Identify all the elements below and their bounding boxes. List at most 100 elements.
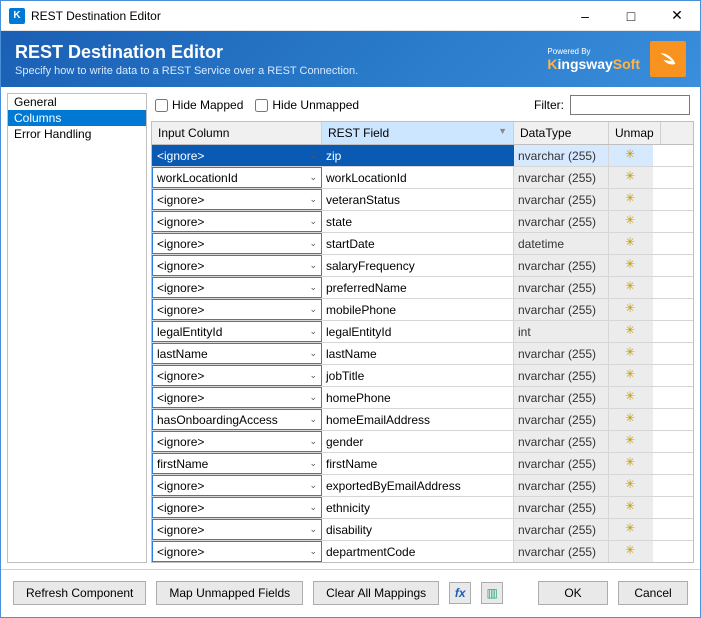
unmap-cell[interactable] (609, 145, 653, 166)
table-row[interactable]: <ignore>⌄disabilitynvarchar (255) (152, 519, 693, 541)
minimize-button[interactable]: – (562, 1, 608, 31)
table-row[interactable]: hasOnboardingAccess⌄homeEmailAddressnvar… (152, 409, 693, 431)
input-column-cell[interactable]: <ignore>⌄ (152, 475, 322, 496)
map-unmapped-button[interactable]: Map Unmapped Fields (156, 581, 303, 605)
hide-mapped-input[interactable] (155, 99, 168, 112)
table-row[interactable]: <ignore>⌄gendernvarchar (255) (152, 431, 693, 453)
table-row[interactable]: <ignore>⌄statenvarchar (255) (152, 211, 693, 233)
unmap-cell[interactable] (609, 409, 653, 430)
unmap-cell[interactable] (609, 343, 653, 364)
rest-field-cell[interactable]: mobilePhone (322, 299, 514, 320)
rest-field-cell[interactable]: firstName (322, 453, 514, 474)
input-column-cell[interactable]: hasOnboardingAccess⌄ (152, 409, 322, 430)
input-column-cell[interactable]: workLocationId⌄ (152, 167, 322, 188)
table-row[interactable]: <ignore>⌄departmentCodenvarchar (255) (152, 541, 693, 562)
rest-field-cell[interactable]: workLocationId (322, 167, 514, 188)
sidebar-item-columns[interactable]: Columns (8, 110, 146, 126)
rest-field-cell[interactable]: ethnicity (322, 497, 514, 518)
unmap-cell[interactable] (609, 167, 653, 188)
unmap-cell[interactable] (609, 475, 653, 496)
unmap-cell[interactable] (609, 189, 653, 210)
close-button[interactable]: ✕ (654, 1, 700, 31)
input-column-cell[interactable]: <ignore>⌄ (152, 431, 322, 452)
input-column-cell[interactable]: <ignore>⌄ (152, 299, 322, 320)
rest-field-cell[interactable]: veteranStatus (322, 189, 514, 210)
unmap-cell[interactable] (609, 255, 653, 276)
table-row[interactable]: <ignore>⌄veteranStatusnvarchar (255) (152, 189, 693, 211)
rest-field-cell[interactable]: preferredName (322, 277, 514, 298)
unmap-cell[interactable] (609, 519, 653, 540)
cancel-button[interactable]: Cancel (618, 581, 688, 605)
rest-field-cell[interactable]: state (322, 211, 514, 232)
hide-unmapped-checkbox[interactable]: Hide Unmapped (255, 98, 359, 112)
chevron-down-icon: ⌄ (309, 304, 317, 315)
unmap-cell[interactable] (609, 541, 653, 562)
unmap-cell[interactable] (609, 431, 653, 452)
input-column-cell[interactable]: <ignore>⌄ (152, 365, 322, 386)
refresh-component-button[interactable]: Refresh Component (13, 581, 146, 605)
sidebar-item-error-handling[interactable]: Error Handling (8, 126, 146, 142)
rest-field-cell[interactable]: exportedByEmailAddress (322, 475, 514, 496)
sidebar-item-general[interactable]: General (8, 94, 146, 110)
input-column-cell[interactable]: lastName⌄ (152, 343, 322, 364)
table-row[interactable]: <ignore>⌄mobilePhonenvarchar (255) (152, 299, 693, 321)
rest-field-cell[interactable]: disability (322, 519, 514, 540)
input-column-cell[interactable]: <ignore>⌄ (152, 145, 322, 166)
unmap-cell[interactable] (609, 453, 653, 474)
rest-field-cell[interactable]: legalEntityId (322, 321, 514, 342)
rest-field-cell[interactable]: homePhone (322, 387, 514, 408)
unmap-cell[interactable] (609, 233, 653, 254)
rest-field-cell[interactable]: startDate (322, 233, 514, 254)
rest-field-cell[interactable]: homeEmailAddress (322, 409, 514, 430)
input-column-cell[interactable]: <ignore>⌄ (152, 211, 322, 232)
table-row[interactable]: workLocationId⌄workLocationIdnvarchar (2… (152, 167, 693, 189)
input-column-cell[interactable]: <ignore>⌄ (152, 255, 322, 276)
table-row[interactable]: <ignore>⌄ethnicitynvarchar (255) (152, 497, 693, 519)
unmap-cell[interactable] (609, 365, 653, 386)
table-row[interactable]: firstName⌄firstNamenvarchar (255) (152, 453, 693, 475)
unmap-cell[interactable] (609, 387, 653, 408)
input-column-cell[interactable]: legalEntityId⌄ (152, 321, 322, 342)
table-row[interactable]: <ignore>⌄salaryFrequencynvarchar (255) (152, 255, 693, 277)
table-row[interactable]: legalEntityId⌄legalEntityIdint (152, 321, 693, 343)
map-editor-button[interactable] (481, 582, 503, 604)
table-row[interactable]: <ignore>⌄exportedByEmailAddressnvarchar … (152, 475, 693, 497)
hide-mapped-checkbox[interactable]: Hide Mapped (155, 98, 243, 112)
rest-field-cell[interactable]: lastName (322, 343, 514, 364)
table-row[interactable]: <ignore>⌄preferredNamenvarchar (255) (152, 277, 693, 299)
input-column-cell[interactable]: <ignore>⌄ (152, 233, 322, 254)
table-row[interactable]: lastName⌄lastNamenvarchar (255) (152, 343, 693, 365)
unmap-cell[interactable] (609, 299, 653, 320)
unmap-cell[interactable] (609, 211, 653, 232)
ok-button[interactable]: OK (538, 581, 608, 605)
unmap-cell[interactable] (609, 321, 653, 342)
table-row[interactable]: <ignore>⌄homePhonenvarchar (255) (152, 387, 693, 409)
input-column-cell[interactable]: <ignore>⌄ (152, 387, 322, 408)
unmap-cell[interactable] (609, 277, 653, 298)
rest-field-cell[interactable]: gender (322, 431, 514, 452)
chevron-down-icon: ⌄ (309, 392, 317, 403)
col-header-unmap[interactable]: Unmap (609, 122, 661, 144)
clear-all-mappings-button[interactable]: Clear All Mappings (313, 581, 439, 605)
col-header-rest[interactable]: REST Field▼ (322, 122, 514, 144)
col-header-input[interactable]: Input Column (152, 122, 322, 144)
input-column-cell[interactable]: <ignore>⌄ (152, 497, 322, 518)
hide-unmapped-input[interactable] (255, 99, 268, 112)
maximize-button[interactable]: □ (608, 1, 654, 31)
rest-field-cell[interactable]: zip (322, 145, 514, 166)
table-row[interactable]: <ignore>⌄zipnvarchar (255) (152, 145, 693, 167)
col-header-type[interactable]: DataType (514, 122, 609, 144)
input-column-cell[interactable]: firstName⌄ (152, 453, 322, 474)
input-column-cell[interactable]: <ignore>⌄ (152, 519, 322, 540)
fx-button[interactable]: fx (449, 582, 471, 604)
rest-field-cell[interactable]: departmentCode (322, 541, 514, 562)
filter-input[interactable] (570, 95, 690, 115)
rest-field-cell[interactable]: jobTitle (322, 365, 514, 386)
input-column-cell[interactable]: <ignore>⌄ (152, 277, 322, 298)
input-column-cell[interactable]: <ignore>⌄ (152, 541, 322, 562)
unmap-cell[interactable] (609, 497, 653, 518)
table-row[interactable]: <ignore>⌄startDatedatetime (152, 233, 693, 255)
rest-field-cell[interactable]: salaryFrequency (322, 255, 514, 276)
table-row[interactable]: <ignore>⌄jobTitlenvarchar (255) (152, 365, 693, 387)
input-column-cell[interactable]: <ignore>⌄ (152, 189, 322, 210)
